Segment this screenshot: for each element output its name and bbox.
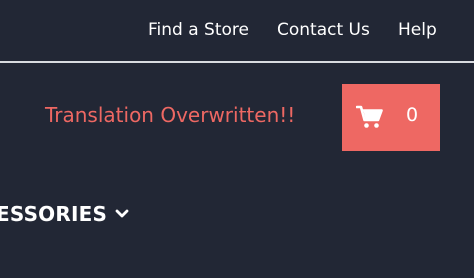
promo-message: Translation Overwritten!!	[45, 103, 296, 127]
category-label: ESSORIES	[0, 202, 108, 226]
header-divider	[0, 61, 474, 63]
page: Find a Store Contact Us Help Translation…	[0, 0, 474, 278]
utility-nav: Find a Store Contact Us Help	[0, 0, 474, 62]
category-nav-accessories[interactable]: ESSORIES	[0, 202, 129, 226]
shopping-cart-icon	[356, 105, 383, 128]
cart-button[interactable]: 0	[342, 84, 440, 151]
contact-us-link[interactable]: Contact Us	[277, 20, 370, 40]
chevron-down-icon	[115, 209, 129, 218]
help-link[interactable]: Help	[398, 20, 437, 40]
cart-count: 0	[406, 104, 419, 126]
find-store-link[interactable]: Find a Store	[148, 20, 249, 40]
